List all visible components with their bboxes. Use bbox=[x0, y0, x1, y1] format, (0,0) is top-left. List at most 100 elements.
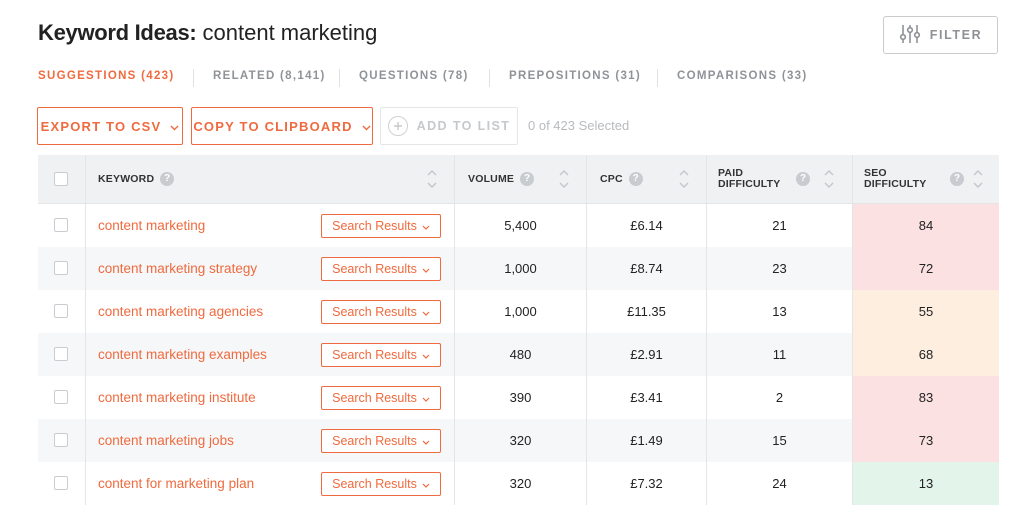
help-icon[interactable]: ? bbox=[796, 172, 810, 186]
seo-difficulty-cell: 72 bbox=[918, 261, 934, 276]
chevron-down-icon bbox=[422, 477, 430, 491]
seo-difficulty-cell: 83 bbox=[918, 390, 934, 405]
sort-arrows-icon[interactable] bbox=[558, 167, 570, 191]
row-checkbox[interactable] bbox=[54, 347, 68, 361]
column-divider bbox=[586, 155, 587, 203]
header-paid-line2: DIFFICULTY bbox=[718, 178, 781, 190]
table-row: content marketing strategy Search Results… bbox=[38, 247, 999, 290]
sort-arrows-icon[interactable] bbox=[972, 167, 984, 191]
help-icon[interactable]: ? bbox=[950, 172, 964, 186]
row-checkbox[interactable] bbox=[54, 261, 68, 275]
search-results-label: Search Results bbox=[332, 219, 417, 233]
search-results-label: Search Results bbox=[332, 305, 417, 319]
page-title-query: content marketing bbox=[196, 20, 378, 45]
copy-clipboard-button[interactable]: COPY TO CLIPBOARD bbox=[191, 107, 373, 145]
search-results-label: Search Results bbox=[332, 391, 417, 405]
column-divider bbox=[85, 376, 86, 419]
tab-comparisons[interactable]: COMPARISONS (33) bbox=[677, 70, 808, 82]
paid-difficulty-cell: 24 bbox=[772, 476, 787, 491]
table-header: KEYWORD ? VOLUME ? CPC ? PAID DIFFICULTY… bbox=[38, 155, 999, 204]
paid-difficulty-cell: 15 bbox=[772, 433, 787, 448]
search-results-button[interactable]: Search Results bbox=[321, 472, 441, 496]
chevron-down-icon bbox=[170, 119, 179, 134]
tab-divider bbox=[657, 69, 658, 87]
search-results-button[interactable]: Search Results bbox=[321, 386, 441, 410]
chevron-down-icon bbox=[422, 434, 430, 448]
filter-label: FILTER bbox=[929, 28, 983, 42]
keyword-link[interactable]: content marketing bbox=[98, 204, 205, 247]
paid-difficulty-cell: 11 bbox=[772, 347, 787, 362]
header-keyword[interactable]: KEYWORD ? bbox=[98, 155, 175, 203]
row-checkbox[interactable] bbox=[54, 218, 68, 232]
seo-difficulty-cell: 13 bbox=[918, 476, 934, 491]
filter-button[interactable]: FILTER bbox=[883, 16, 998, 54]
select-all-checkbox[interactable] bbox=[54, 172, 68, 186]
keyword-link[interactable]: content marketing strategy bbox=[98, 247, 257, 290]
cpc-cell: £8.74 bbox=[630, 261, 663, 276]
row-checkbox[interactable] bbox=[54, 476, 68, 490]
sort-arrows-icon[interactable] bbox=[426, 167, 438, 191]
cpc-cell: £3.41 bbox=[630, 390, 663, 405]
paid-difficulty-cell: 13 bbox=[772, 304, 787, 319]
search-results-button[interactable]: Search Results bbox=[321, 429, 441, 453]
header-seo-line2: DIFFICULTY bbox=[864, 178, 927, 190]
volume-cell: 390 bbox=[509, 390, 532, 405]
column-divider bbox=[85, 290, 86, 333]
tab-prepositions[interactable]: PREPOSITIONS (31) bbox=[509, 70, 641, 82]
search-results-button[interactable]: Search Results bbox=[321, 214, 441, 238]
page-title: Keyword Ideas: content marketing bbox=[38, 20, 377, 46]
tab-questions[interactable]: QUESTIONS (78) bbox=[359, 70, 469, 82]
paid-difficulty-cell: 23 bbox=[772, 261, 787, 276]
table-row: content marketing agencies Search Results… bbox=[38, 290, 999, 333]
sliders-icon bbox=[899, 23, 921, 48]
help-icon[interactable]: ? bbox=[160, 172, 175, 186]
volume-cell: 1,000 bbox=[504, 261, 537, 276]
column-divider bbox=[85, 333, 86, 376]
header-cpc-label: CPC bbox=[600, 173, 623, 185]
table-row: content marketing jobs Search Results 320 £… bbox=[38, 419, 999, 462]
selection-count: 0 of 423 Selected bbox=[528, 118, 630, 133]
cpc-cell: £6.14 bbox=[630, 218, 663, 233]
row-checkbox[interactable] bbox=[54, 433, 68, 447]
add-to-list-label: ADD TO LIST bbox=[416, 119, 511, 133]
sort-arrows-icon[interactable] bbox=[678, 167, 690, 191]
search-results-button[interactable]: Search Results bbox=[321, 300, 441, 324]
search-results-button[interactable]: Search Results bbox=[321, 257, 441, 281]
help-icon[interactable]: ? bbox=[628, 172, 643, 186]
keyword-link[interactable]: content marketing institute bbox=[98, 376, 256, 419]
seo-difficulty-cell: 73 bbox=[918, 433, 934, 448]
keyword-link[interactable]: content marketing jobs bbox=[98, 419, 234, 462]
header-volume[interactable]: VOLUME ? bbox=[468, 155, 535, 203]
row-checkbox[interactable] bbox=[54, 390, 68, 404]
search-results-label: Search Results bbox=[332, 434, 417, 448]
row-checkbox[interactable] bbox=[54, 304, 68, 318]
chevron-down-icon bbox=[422, 305, 430, 319]
keyword-link[interactable]: content marketing examples bbox=[98, 333, 267, 376]
bottom-fade bbox=[0, 505, 1024, 519]
export-csv-button[interactable]: EXPORT TO CSV bbox=[37, 107, 183, 145]
column-divider bbox=[85, 155, 86, 203]
help-icon[interactable]: ? bbox=[520, 172, 535, 186]
keyword-link[interactable]: content marketing agencies bbox=[98, 290, 263, 333]
plus-circle-icon bbox=[387, 116, 408, 136]
page-title-label: Keyword Ideas: bbox=[38, 20, 197, 45]
tab-suggestions[interactable]: SUGGESTIONS (423) bbox=[38, 70, 175, 82]
sort-arrows-icon[interactable] bbox=[823, 167, 835, 191]
table-row: content marketing examples Search Results… bbox=[38, 333, 999, 376]
volume-cell: 320 bbox=[509, 433, 532, 448]
column-divider bbox=[85, 204, 86, 247]
search-results-button[interactable]: Search Results bbox=[321, 343, 441, 367]
table-row: content for marketing plan Search Results… bbox=[38, 462, 999, 505]
search-results-label: Search Results bbox=[332, 477, 417, 491]
header-paid-difficulty[interactable]: PAID DIFFICULTY bbox=[718, 155, 780, 203]
header-cpc[interactable]: CPC ? bbox=[600, 155, 643, 203]
search-results-label: Search Results bbox=[332, 262, 417, 276]
column-divider bbox=[706, 155, 707, 203]
tab-related[interactable]: RELATED (8,141) bbox=[213, 70, 326, 82]
search-results-label: Search Results bbox=[332, 348, 417, 362]
chevron-down-icon bbox=[422, 348, 430, 362]
header-seo-difficulty[interactable]: SEO DIFFICULTY bbox=[864, 155, 926, 203]
add-to-list-button[interactable]: ADD TO LIST bbox=[380, 107, 518, 145]
cpc-cell: £11.35 bbox=[627, 304, 666, 319]
keyword-link[interactable]: content for marketing plan bbox=[98, 462, 254, 505]
